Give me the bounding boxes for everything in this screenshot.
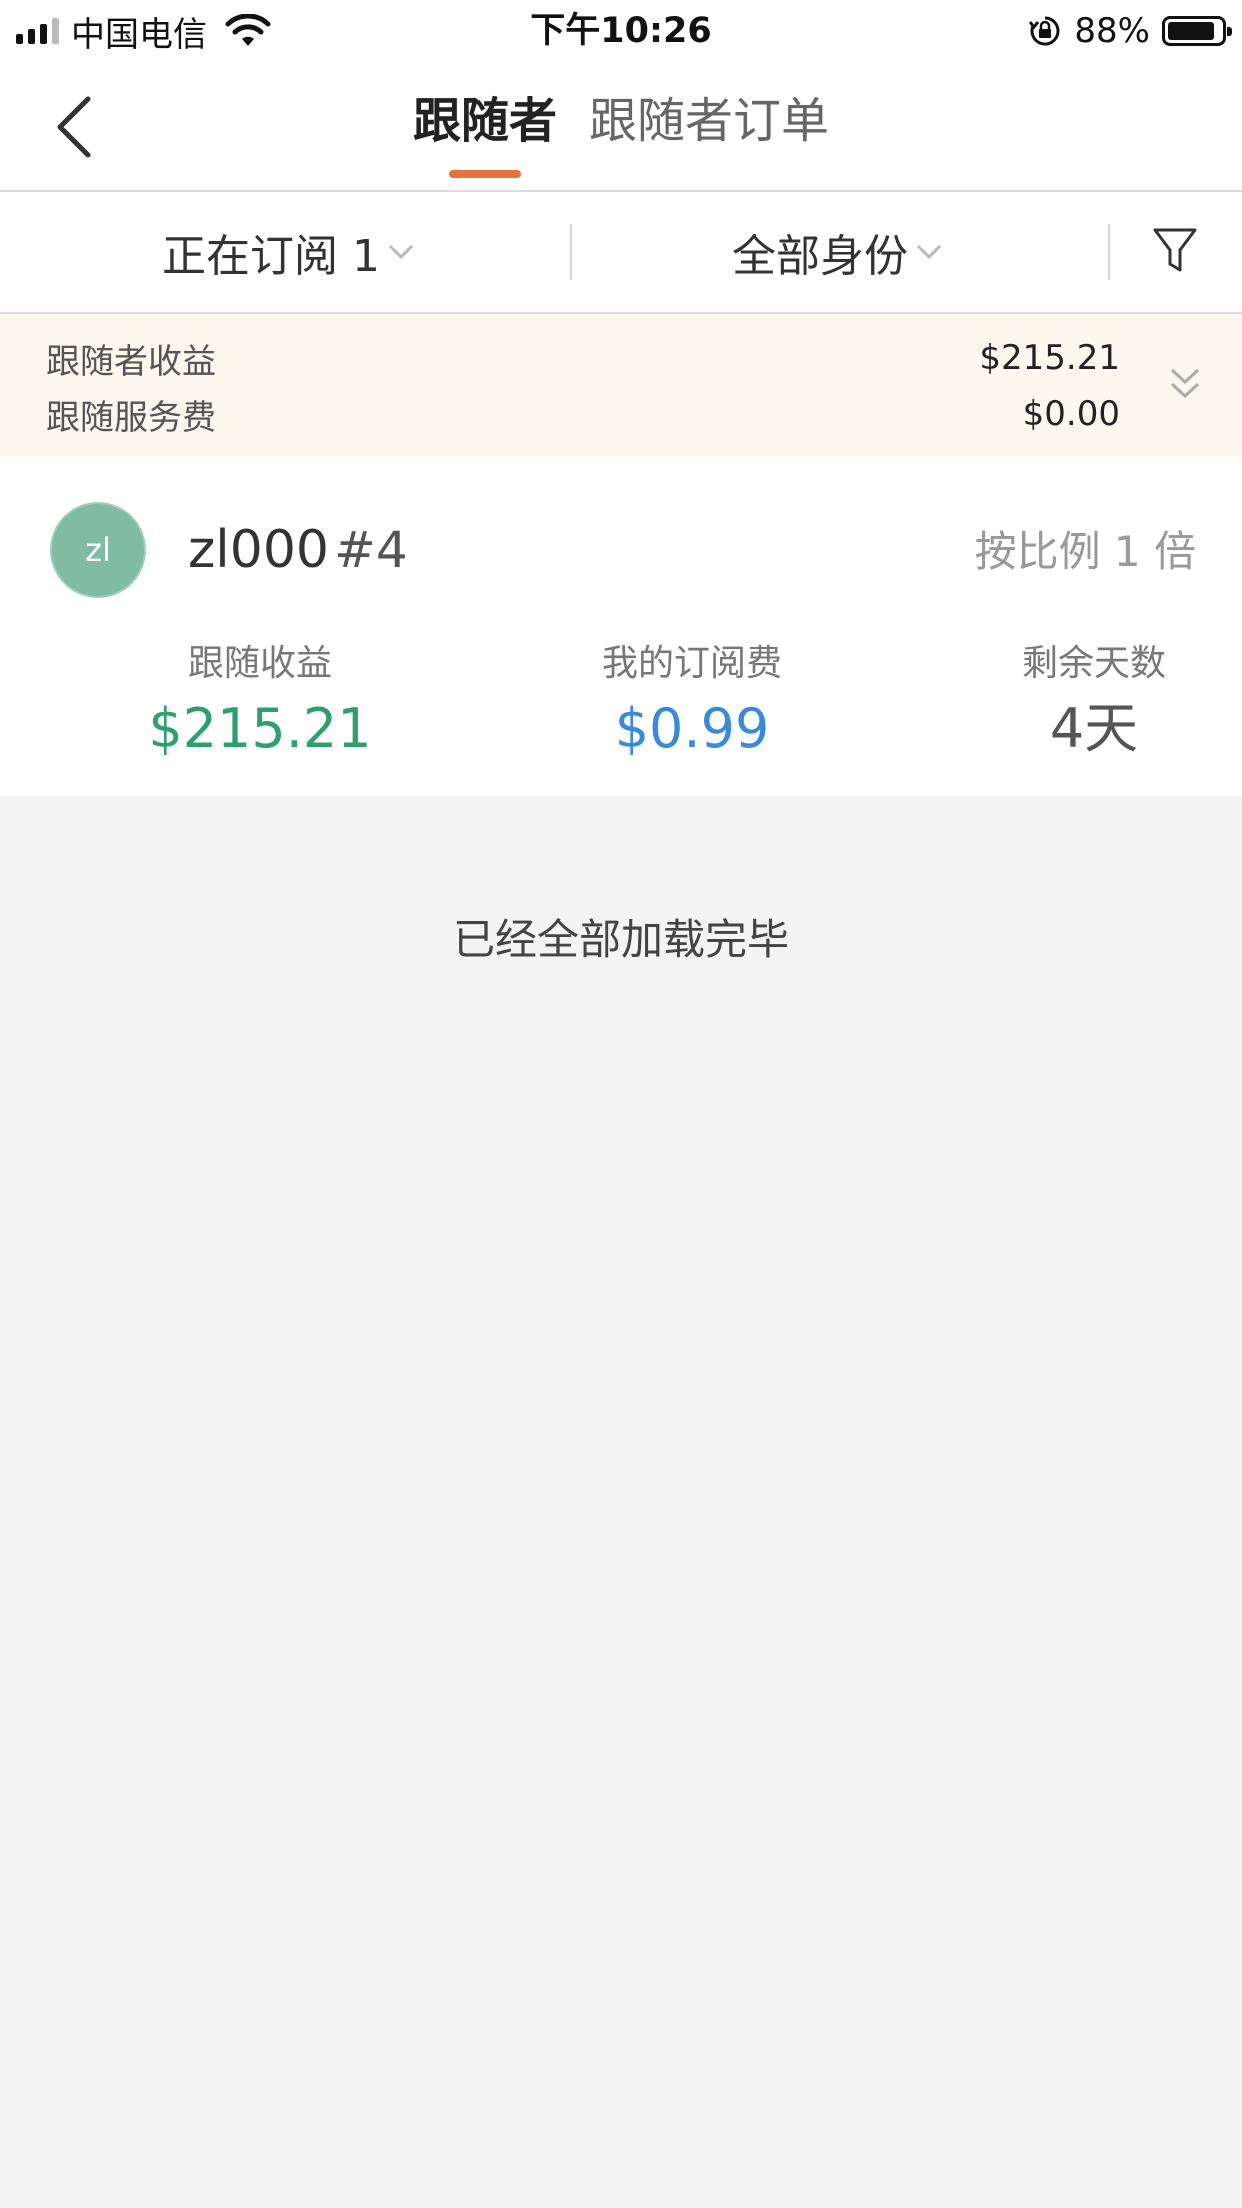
follow-ratio: 按比例 1 倍 <box>974 527 1196 576</box>
identity-filter-label: 全部身份 <box>732 231 908 282</box>
follower-earnings-label: 跟随者收益 <box>46 341 216 382</box>
metric-subscription-fee: 我的订阅费 $0.99 <box>542 642 842 764</box>
status-right: 88% <box>1028 8 1232 54</box>
metric-follow-earnings: 跟随收益 $215.21 <box>110 642 410 764</box>
chevron-down-icon <box>388 244 414 260</box>
tab-follower-orders-label: 跟随者订单 <box>589 93 830 149</box>
earnings-summary: 跟随者收益 $215.21 跟随服务费 $0.00 <box>0 314 1242 456</box>
battery-icon <box>1162 16 1232 46</box>
filter-bar: 正在订阅 1 全部身份 <box>0 192 1242 314</box>
metric-label: 我的订阅费 <box>601 643 782 684</box>
identity-filter-dropdown[interactable]: 全部身份 <box>732 192 942 312</box>
summary-row-earnings: 跟随者收益 $215.21 <box>46 330 1120 386</box>
metric-label: 跟随收益 <box>187 643 332 684</box>
filter-divider <box>1108 224 1110 280</box>
metric-value: $0.99 <box>614 697 770 760</box>
tab-followers[interactable]: 跟随者 <box>413 62 557 190</box>
follower-card[interactable]: zl zl000 #4 按比例 1 倍 跟随收益 $215.21 我的订阅费 $… <box>0 456 1242 796</box>
subscription-filter-label: 正在订阅 1 <box>162 231 380 282</box>
metric-value: $215.21 <box>148 697 372 760</box>
service-fee-label: 跟随服务费 <box>46 397 216 438</box>
double-chevron-down-icon[interactable] <box>1168 358 1202 410</box>
list-end-text: 已经全部加载完毕 <box>452 915 789 964</box>
follower-rank: #4 <box>334 521 408 579</box>
tab-followers-label: 跟随者 <box>412 93 557 149</box>
tab-follower-orders[interactable]: 跟随者订单 <box>589 62 829 190</box>
metric-label: 剩余天数 <box>1021 643 1166 684</box>
rotation-lock-icon <box>1029 16 1060 46</box>
tab-bar: 跟随者 跟随者订单 <box>0 62 1242 190</box>
follower-name: zl000 <box>188 520 329 580</box>
battery-percent: 88% <box>1074 11 1150 51</box>
metric-value: 4天 <box>1049 697 1139 760</box>
status-bar: 中国电信 下午10:26 88% <box>0 0 1242 62</box>
app-screen: 中国电信 下午10:26 88% 跟随者 跟随者订单 正在订阅 1 全部身份 跟… <box>0 0 1242 2208</box>
summary-row-fee: 跟随服务费 $0.00 <box>46 386 1120 442</box>
service-fee-value: $0.00 <box>1022 394 1120 434</box>
metric-remaining-days: 剩余天数 4天 <box>974 642 1214 764</box>
avatar: zl <box>50 502 146 598</box>
nav-header: 跟随者 跟随者订单 <box>0 62 1242 192</box>
follower-earnings-value: $215.21 <box>979 338 1120 378</box>
filter-divider <box>570 224 572 280</box>
chevron-down-icon <box>916 244 942 260</box>
funnel-icon[interactable] <box>1152 226 1198 276</box>
subscription-filter-dropdown[interactable]: 正在订阅 1 <box>162 192 414 312</box>
active-tab-indicator <box>448 170 521 178</box>
